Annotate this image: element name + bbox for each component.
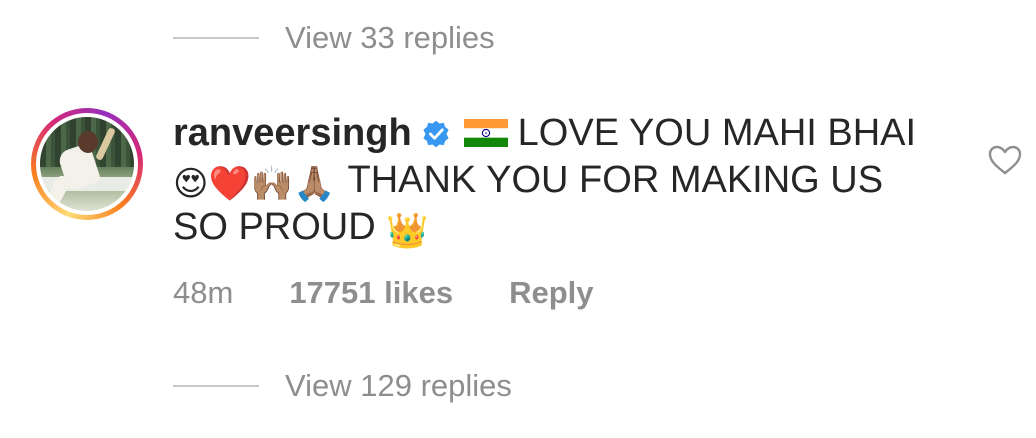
likes-count[interactable]: 17751 likes [289,275,453,311]
comment-body: ranveersingh LOVE YOU MAHI BHAI 😍❤️🙌🏽🙏🏽 T… [173,110,953,251]
story-ring[interactable] [31,108,143,220]
avatar[interactable] [40,117,134,211]
comment-text-line2: THANK YOU FOR MAKING US [347,159,884,201]
verified-badge-icon [423,120,449,148]
india-flag-icon [463,119,508,147]
heart-outline-icon[interactable] [988,145,1022,175]
raising-hands-emoji: 🙌🏽 [250,164,294,204]
replies-divider-line [173,385,259,387]
heart-eyes-emoji: 😍 [173,164,209,204]
view-replies-label: View 33 replies [285,20,495,55]
comment-meta: 48m 17751 likes Reply [173,275,594,311]
crown-emoji: 👑 [386,211,429,251]
view-replies-bottom[interactable]: View 129 replies [173,368,512,404]
replies-divider-line [173,37,259,39]
emoji-group: 😍❤️🙌🏽🙏🏽 [173,157,335,204]
reply-button[interactable]: Reply [509,275,593,311]
view-replies-top[interactable]: View 33 replies [173,20,495,56]
comment-text-line1: LOVE YOU MAHI BHAI [517,112,917,154]
view-replies-label: View 129 replies [285,368,512,403]
comment-text-line3: SO PROUD [173,206,376,248]
comment-timestamp: 48m [173,275,234,310]
red-heart-emoji: ❤️ [208,164,251,204]
comment-username[interactable]: ranveersingh [173,112,412,154]
folded-hands-emoji: 🙏🏽 [293,164,336,204]
